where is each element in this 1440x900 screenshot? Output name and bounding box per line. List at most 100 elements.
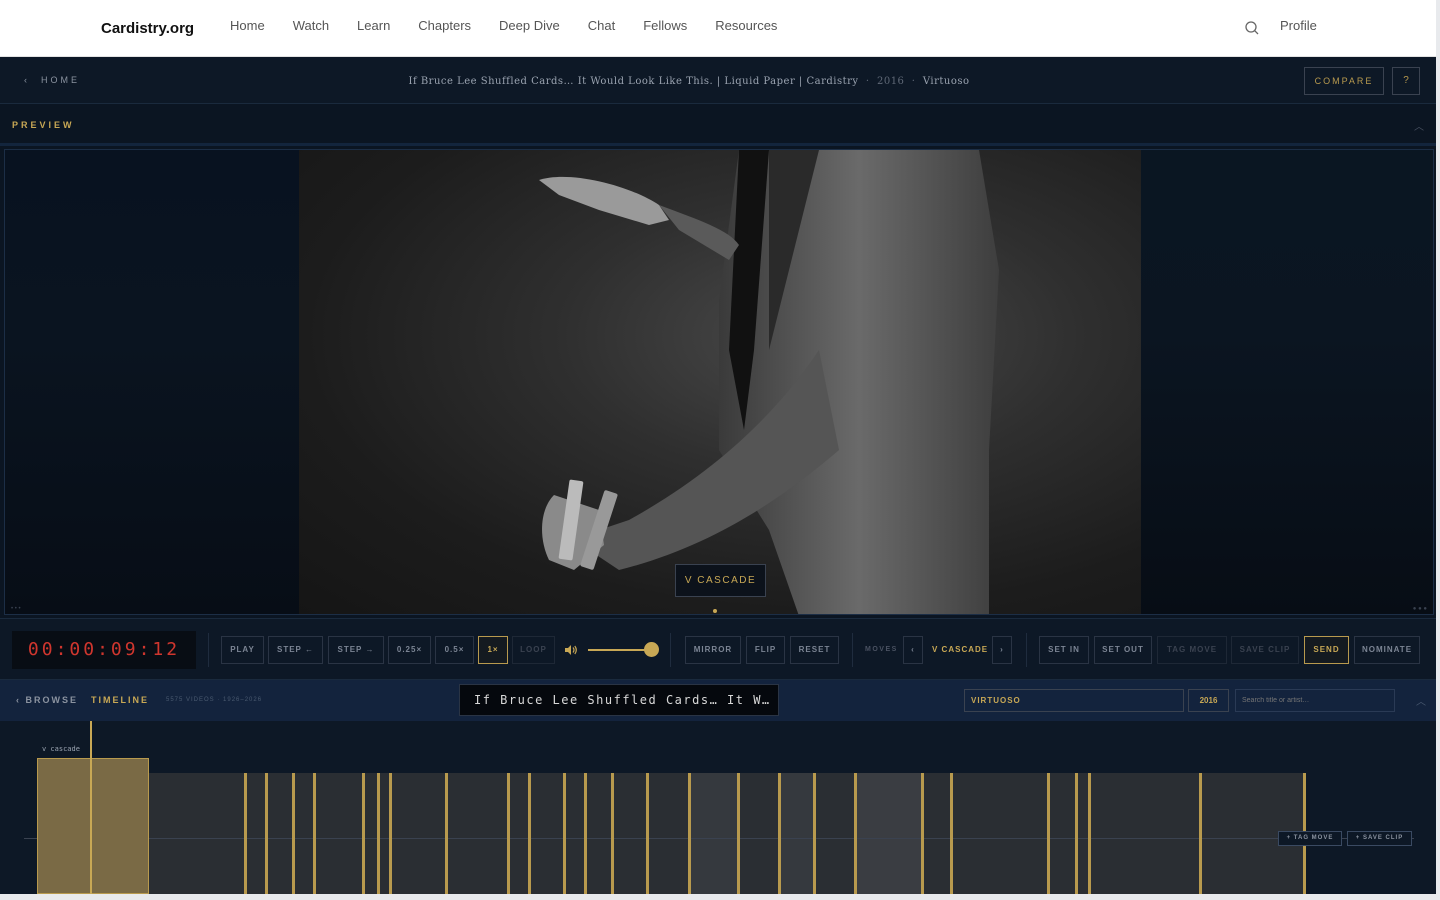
timeline-marker[interactable] bbox=[1047, 773, 1050, 894]
timeline-marker[interactable] bbox=[688, 773, 691, 894]
play-button[interactable]: PLAY bbox=[221, 636, 264, 664]
year-filter[interactable]: 2016 bbox=[1188, 689, 1229, 712]
browse-label: BROWSE bbox=[25, 695, 78, 705]
nav-link-watch[interactable]: Watch bbox=[293, 18, 329, 33]
nav-link-chapters[interactable]: Chapters bbox=[418, 18, 471, 33]
loop-button[interactable]: LOOP bbox=[512, 636, 555, 664]
reset-button[interactable]: RESET bbox=[790, 636, 839, 664]
timeline-playhead[interactable] bbox=[90, 721, 92, 894]
nav-links: Home Watch Learn Chapters Deep Dive Chat… bbox=[230, 18, 805, 33]
current-move-label: V CASCADE bbox=[932, 645, 989, 654]
top-nav: Cardistry.org Home Watch Learn Chapters … bbox=[0, 0, 1436, 57]
timeline-marker[interactable] bbox=[737, 773, 740, 894]
divider bbox=[670, 633, 671, 667]
level-filter[interactable]: VIRTUOSO bbox=[964, 689, 1184, 712]
timeline-marker[interactable] bbox=[377, 773, 380, 894]
timeline-marker[interactable] bbox=[1088, 773, 1091, 894]
timeline-marker[interactable] bbox=[950, 773, 953, 894]
timeline-panel[interactable]: v cascade + TAG MOVE + SAVE CLIP bbox=[0, 721, 1436, 900]
preview-label: PREVIEW bbox=[12, 120, 75, 130]
timeline-marker[interactable] bbox=[292, 773, 295, 894]
step-forward-button[interactable]: STEP → bbox=[328, 636, 384, 664]
set-in-button[interactable]: SET IN bbox=[1039, 636, 1089, 664]
volume-slider-track[interactable] bbox=[588, 649, 652, 651]
brand-logo[interactable]: Cardistry.org bbox=[101, 20, 194, 37]
help-button[interactable]: ? bbox=[1392, 67, 1420, 95]
timeline-axis bbox=[24, 838, 1414, 839]
profile-link[interactable]: Profile bbox=[1280, 18, 1317, 33]
volume-icon[interactable] bbox=[564, 644, 578, 656]
timeline-segment[interactable] bbox=[690, 773, 738, 894]
timeline-marker[interactable] bbox=[362, 773, 365, 894]
video-options-icon[interactable]: ● ● ● bbox=[1413, 606, 1427, 612]
timeline-marker[interactable] bbox=[528, 773, 531, 894]
timeline-marker[interactable] bbox=[778, 773, 781, 894]
speed-025-button[interactable]: 0.25× bbox=[388, 636, 431, 664]
timeline-save-clip-button[interactable]: + SAVE CLIP bbox=[1347, 831, 1412, 846]
timeline-marker[interactable] bbox=[313, 773, 316, 894]
timeline-marker[interactable] bbox=[389, 773, 392, 894]
nav-link-deep-dive[interactable]: Deep Dive bbox=[499, 18, 560, 33]
timeline-segment[interactable] bbox=[780, 773, 814, 894]
speed-05-button[interactable]: 0.5× bbox=[435, 636, 474, 664]
timeline-marker[interactable] bbox=[611, 773, 614, 894]
video-letterbox-right bbox=[1141, 150, 1433, 614]
divider bbox=[1026, 633, 1027, 667]
video-player[interactable]: V CASCADE • • • ● ● ● bbox=[4, 149, 1434, 615]
chevron-up-icon[interactable]: ︿ bbox=[1416, 693, 1426, 708]
flip-button[interactable]: FLIP bbox=[746, 636, 785, 664]
timeline-tab[interactable]: TIMELINE bbox=[91, 695, 149, 705]
step-back-button[interactable]: STEP ← bbox=[268, 636, 323, 664]
nav-link-resources[interactable]: Resources bbox=[715, 18, 777, 33]
timeline-marker[interactable] bbox=[1199, 773, 1202, 894]
timeline-marker[interactable] bbox=[813, 773, 816, 894]
timeline-marker[interactable] bbox=[1075, 773, 1078, 894]
timeline-marker[interactable] bbox=[265, 773, 268, 894]
timeline-marker[interactable] bbox=[445, 773, 448, 894]
video-level: Virtuoso bbox=[922, 76, 970, 87]
speed-1-button[interactable]: 1× bbox=[478, 636, 508, 664]
timeline-marker[interactable] bbox=[646, 773, 649, 894]
chevron-left-icon: ‹ bbox=[16, 695, 26, 705]
tag-move-button[interactable]: TAG MOVE bbox=[1157, 636, 1227, 664]
playhead-dot bbox=[713, 609, 717, 613]
window-scrollbar[interactable] bbox=[1436, 0, 1440, 900]
window-bottom-edge bbox=[0, 894, 1440, 900]
video-year: 2016 bbox=[876, 76, 905, 87]
timeline-marker[interactable] bbox=[854, 773, 857, 894]
browse-back-link[interactable]: ‹ BROWSE bbox=[16, 695, 78, 705]
send-button[interactable]: SEND bbox=[1304, 636, 1349, 664]
volume-slider-handle[interactable] bbox=[644, 642, 659, 657]
next-move-button[interactable]: › bbox=[992, 636, 1012, 664]
timecode-display: 00:00:09:12 bbox=[12, 631, 196, 669]
timeline-marker[interactable] bbox=[507, 773, 510, 894]
nav-link-chat[interactable]: Chat bbox=[588, 18, 615, 33]
video-frame[interactable] bbox=[299, 150, 1141, 614]
video-corner-marker: • • • bbox=[11, 606, 21, 612]
timeline-marker[interactable] bbox=[921, 773, 924, 894]
set-out-button[interactable]: SET OUT bbox=[1094, 636, 1152, 664]
chevron-up-icon[interactable]: ︿ bbox=[1414, 118, 1424, 133]
nav-link-learn[interactable]: Learn bbox=[357, 18, 390, 33]
timeline-segment[interactable] bbox=[857, 773, 921, 894]
prev-move-button[interactable]: ‹ bbox=[903, 636, 923, 664]
nav-link-fellows[interactable]: Fellows bbox=[643, 18, 687, 33]
timeline-marker[interactable] bbox=[584, 773, 587, 894]
divider bbox=[208, 633, 209, 667]
nav-link-home[interactable]: Home bbox=[230, 18, 265, 33]
search-icon[interactable] bbox=[1244, 20, 1260, 36]
timeline-marker[interactable] bbox=[244, 773, 247, 894]
compare-button[interactable]: COMPARE bbox=[1304, 67, 1384, 95]
mirror-button[interactable]: MIRROR bbox=[685, 636, 741, 664]
video-letterbox-left bbox=[5, 150, 299, 614]
save-clip-button[interactable]: SAVE CLIP bbox=[1231, 636, 1299, 664]
timeline-marker[interactable] bbox=[563, 773, 566, 894]
moves-label: MOVES bbox=[865, 646, 898, 653]
divider bbox=[852, 633, 853, 667]
browse-search-input[interactable] bbox=[1235, 689, 1395, 712]
selected-move-segment[interactable] bbox=[37, 758, 149, 894]
playback-controls: 00:00:09:12 PLAY STEP ← STEP → 0.25× 0.5… bbox=[0, 618, 1436, 680]
browse-bar: ‹ BROWSE TIMELINE 5575 VIDEOS · 1926–202… bbox=[0, 680, 1436, 721]
timeline-tag-move-button[interactable]: + TAG MOVE bbox=[1278, 831, 1342, 846]
nominate-button[interactable]: NOMINATE bbox=[1354, 636, 1420, 664]
